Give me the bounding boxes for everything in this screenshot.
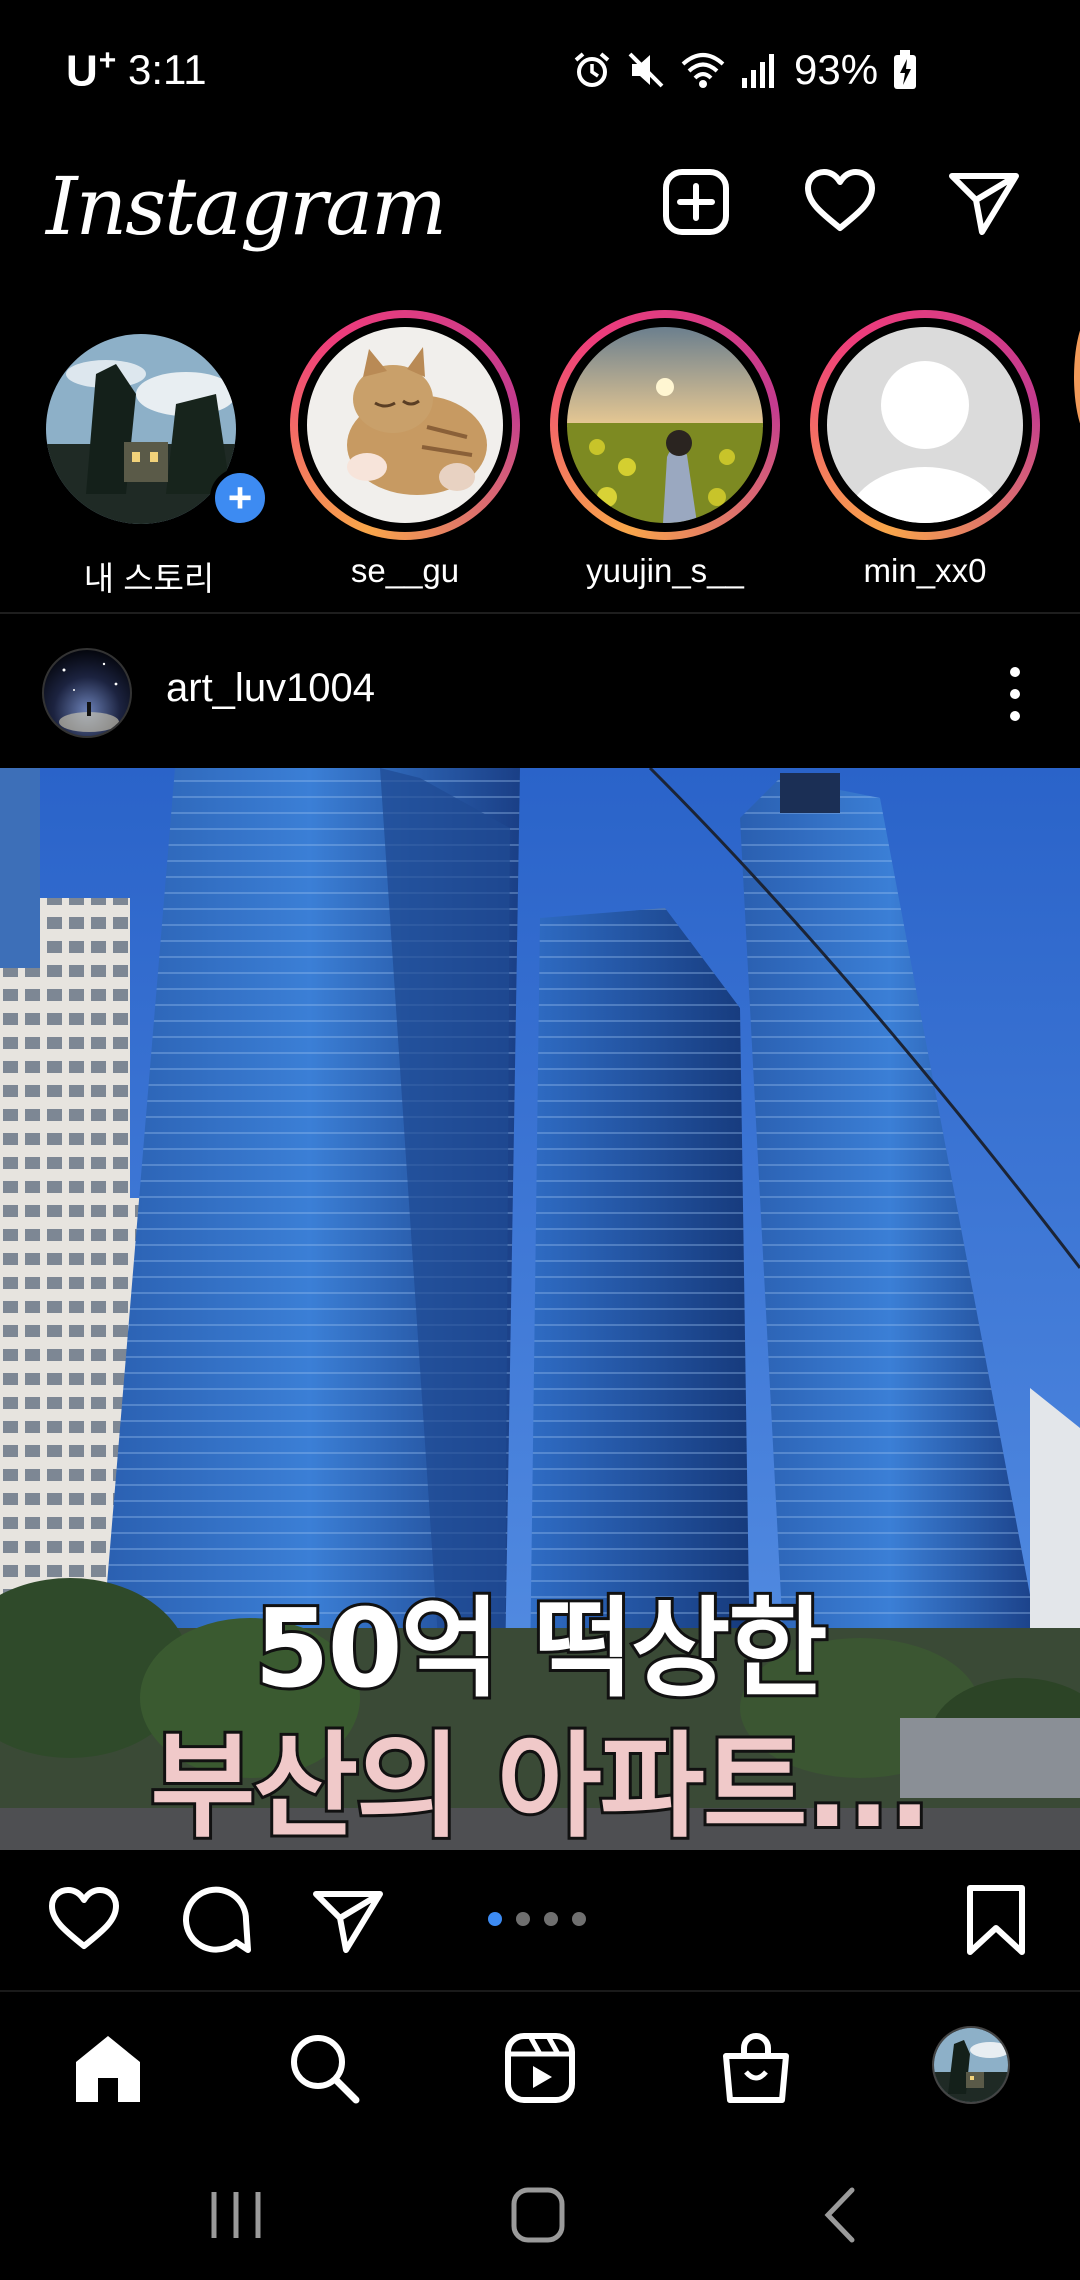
status-bar: U+ 3:11 93% xyxy=(0,0,1080,140)
default-avatar-icon xyxy=(827,327,1023,523)
status-icons: 93% xyxy=(572,46,918,94)
story-avatar xyxy=(567,327,763,523)
bookmark-icon xyxy=(967,1885,1025,1955)
carousel-dot xyxy=(516,1912,530,1926)
carousel-dot xyxy=(572,1912,586,1926)
back-chevron-icon xyxy=(824,2187,855,2243)
back-button[interactable] xyxy=(800,2180,880,2250)
carrier-label: U+ xyxy=(66,44,118,96)
add-story-button[interactable]: + xyxy=(210,468,270,528)
recent-apps-icon xyxy=(211,2192,261,2238)
post-image[interactable]: 50억 떡상한 부산의 아파트... xyxy=(0,768,1080,1850)
wifi-icon xyxy=(681,53,725,88)
comment-button[interactable] xyxy=(176,1880,256,1960)
heart-icon xyxy=(805,169,875,231)
reels-icon xyxy=(505,2033,575,2103)
app-header: Instagram xyxy=(0,140,1080,300)
nav-reels[interactable] xyxy=(500,2028,580,2108)
recent-apps-button[interactable] xyxy=(196,2180,276,2250)
battery-icon xyxy=(894,50,917,89)
like-button[interactable] xyxy=(44,1880,124,1960)
post-options-button[interactable] xyxy=(990,654,1040,734)
signal-icon xyxy=(742,54,774,88)
send-icon xyxy=(949,173,1019,235)
heart-icon xyxy=(49,1887,119,1949)
send-icon xyxy=(313,1891,383,1953)
home-square-icon xyxy=(511,2187,565,2243)
story-avatar xyxy=(46,334,236,524)
carousel-dot-active xyxy=(488,1912,502,1926)
comment-icon xyxy=(183,1886,251,1953)
stories-tray: + 내 스토리 se__gu yuujin_s__ min_xx0 xyxy=(0,300,1080,612)
nav-search[interactable] xyxy=(284,2028,364,2108)
bottom-navigation xyxy=(0,1990,1080,2140)
post-username[interactable]: art_luv1004 xyxy=(166,666,375,711)
post-header: art_luv1004 xyxy=(0,614,1080,768)
system-navigation xyxy=(0,2140,1080,2280)
story-avatar xyxy=(307,327,503,523)
new-post-button[interactable] xyxy=(656,162,736,242)
home-icon xyxy=(76,2036,140,2102)
home-button[interactable] xyxy=(498,2180,578,2250)
nav-shop[interactable] xyxy=(716,2028,796,2108)
shop-icon xyxy=(723,2033,789,2103)
nav-home[interactable] xyxy=(68,2028,148,2108)
post-actions xyxy=(0,1850,1080,1990)
story-item-partial[interactable] xyxy=(1074,312,1080,442)
activity-button[interactable] xyxy=(800,162,880,242)
instagram-logo: Instagram xyxy=(46,160,447,253)
story-label: 내 스토리 xyxy=(83,560,215,597)
direct-messages-button[interactable] xyxy=(944,162,1024,242)
post-author-avatar[interactable] xyxy=(42,648,132,738)
battery-percent: 93% xyxy=(794,46,879,93)
clock: 3:11 xyxy=(128,46,207,93)
carousel-indicator xyxy=(488,1912,586,1926)
more-vertical-icon xyxy=(1010,667,1020,721)
nav-profile-avatar[interactable] xyxy=(932,2026,1010,2104)
carousel-dot xyxy=(544,1912,558,1926)
story-label: yuujin_s__ xyxy=(586,552,744,589)
story-label: min_xx0 xyxy=(863,552,987,589)
share-button[interactable] xyxy=(308,1880,388,1960)
alarm-icon xyxy=(574,52,610,87)
story-label: se__gu xyxy=(350,552,460,589)
search-icon xyxy=(291,2035,360,2104)
caption-line-2: 부산의 아파트... xyxy=(148,1717,935,1850)
save-button[interactable] xyxy=(956,1880,1036,1960)
plus-square-icon xyxy=(663,169,729,235)
mute-icon xyxy=(628,52,664,88)
